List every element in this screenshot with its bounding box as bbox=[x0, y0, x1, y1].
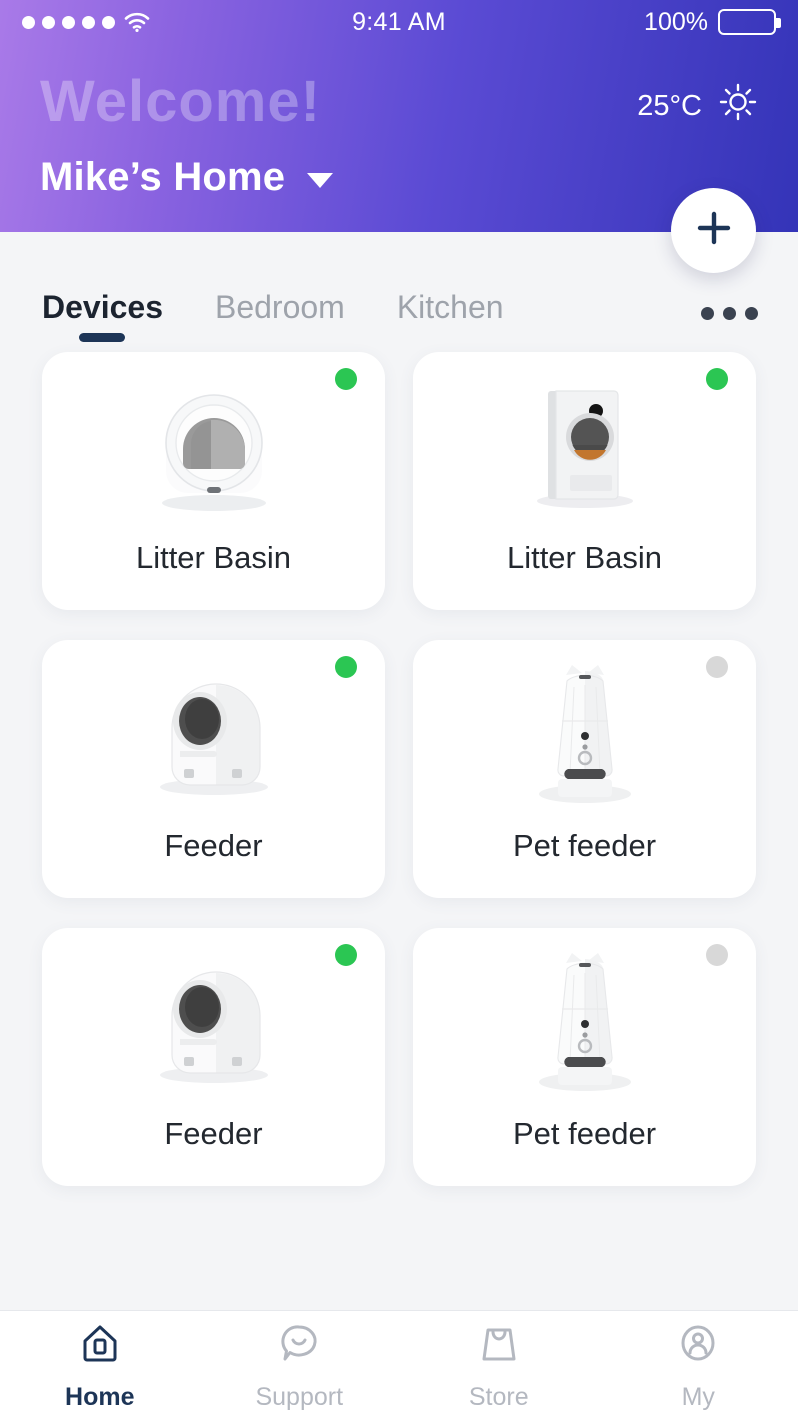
tower-feeder-icon bbox=[413, 640, 756, 828]
device-card[interactable]: Pet feeder bbox=[413, 640, 756, 898]
status-bar: 9:41 AM 100% bbox=[0, 0, 798, 44]
device-name-label: Feeder bbox=[164, 1116, 263, 1151]
status-badge bbox=[706, 368, 728, 390]
device-name-label: Pet feeder bbox=[512, 828, 657, 863]
tab-kitchen-label: Kitchen bbox=[396, 289, 504, 325]
device-name-label: Feeder bbox=[164, 828, 263, 863]
nav-item-my-label: My bbox=[681, 1382, 715, 1411]
device-name-label: Pet feeder bbox=[512, 1116, 657, 1151]
status-badge bbox=[335, 368, 357, 390]
app-screen: 9:41 AM 100% Welcome! 25°C Mike’s Home D… bbox=[0, 0, 798, 1420]
tab-devices-label: Devices bbox=[42, 289, 163, 325]
nav-item-support-label: Support bbox=[255, 1382, 344, 1411]
weather-widget: 25°C bbox=[637, 82, 758, 130]
battery-percent-label: 100% bbox=[644, 7, 708, 36]
status-badge bbox=[335, 944, 357, 966]
tab-bedroom[interactable]: Bedroom bbox=[215, 289, 345, 342]
shopping-bag-icon bbox=[476, 1320, 522, 1373]
nav-item-home[interactable]: Home bbox=[0, 1320, 200, 1412]
house-icon bbox=[77, 1320, 123, 1373]
add-device-button[interactable] bbox=[671, 188, 756, 273]
signal-dots-icon bbox=[22, 15, 115, 29]
chevron-down-icon bbox=[307, 173, 334, 188]
device-card[interactable]: Pet feeder bbox=[413, 928, 756, 1186]
nav-item-store[interactable]: Store bbox=[399, 1320, 599, 1412]
header: 9:41 AM 100% Welcome! 25°C Mike’s Home bbox=[0, 0, 798, 273]
device-name-label: Litter Basin bbox=[135, 540, 292, 575]
more-horizontal-icon[interactable] bbox=[701, 307, 758, 342]
home-name-label: Mike’s Home bbox=[40, 155, 286, 199]
tab-kitchen[interactable]: Kitchen bbox=[397, 289, 504, 342]
plus-icon bbox=[693, 207, 735, 254]
speech-bubble-icon bbox=[276, 1320, 322, 1373]
device-card[interactable]: Feeder bbox=[42, 928, 385, 1186]
nav-item-store-label: Store bbox=[468, 1382, 529, 1411]
nav-item-my[interactable]: My bbox=[599, 1320, 798, 1412]
device-card[interactable]: Litter Basin bbox=[42, 352, 385, 610]
tab-bedroom-label: Bedroom bbox=[214, 289, 345, 325]
battery-full-icon bbox=[718, 9, 781, 35]
device-card[interactable]: Litter Basin bbox=[413, 352, 756, 610]
tower-feeder-icon bbox=[413, 928, 756, 1116]
status-badge bbox=[706, 656, 728, 678]
status-bar-right: 100% bbox=[644, 7, 781, 37]
litter-globe-icon bbox=[42, 352, 385, 540]
dome-feeder-icon bbox=[42, 928, 385, 1116]
device-grid: Litter Basin Litter Basin Feeder Pet fee… bbox=[0, 342, 798, 1186]
status-bar-left bbox=[22, 12, 150, 32]
dome-feeder-icon bbox=[42, 640, 385, 828]
wifi-icon bbox=[124, 12, 150, 32]
nav-item-support[interactable]: Support bbox=[200, 1320, 400, 1412]
nav-item-home-label: Home bbox=[65, 1382, 135, 1411]
welcome-watermark: Welcome! bbox=[40, 69, 321, 134]
bottom-navigation: Home Support Store My bbox=[0, 1310, 798, 1420]
home-selector[interactable]: Mike’s Home bbox=[40, 155, 334, 200]
user-circle-icon bbox=[675, 1320, 721, 1373]
device-name-label: Litter Basin bbox=[506, 540, 663, 575]
tab-devices[interactable]: Devices bbox=[42, 289, 163, 342]
status-badge bbox=[335, 656, 357, 678]
sun-icon bbox=[718, 82, 758, 130]
temperature-label: 25°C bbox=[637, 89, 702, 122]
status-badge bbox=[706, 944, 728, 966]
litter-box-icon bbox=[413, 352, 756, 540]
device-card[interactable]: Feeder bbox=[42, 640, 385, 898]
